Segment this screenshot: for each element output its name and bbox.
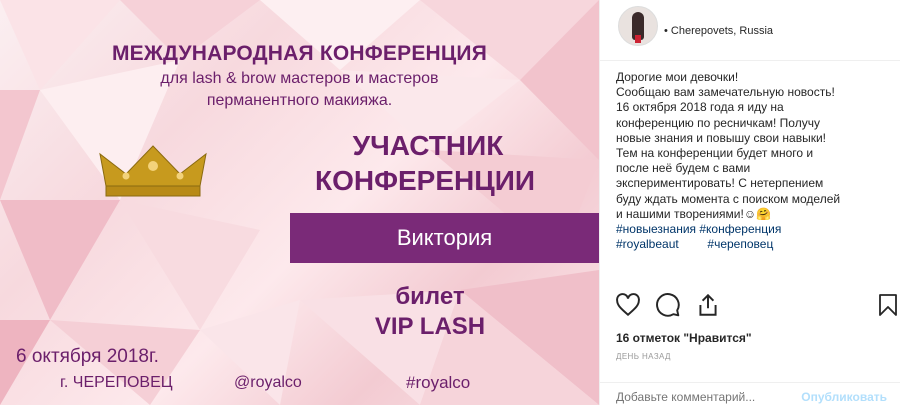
participant-line-1: УЧАСТНИК — [352, 130, 504, 161]
comment-bar: Опубликовать — [600, 382, 900, 406]
image-hashtag: #royalco — [406, 373, 471, 392]
caption-line: Сообщаю вам замечательную новость! — [616, 85, 835, 100]
participant-line-2: КОНФЕРЕНЦИИ — [315, 165, 535, 196]
hashtag-link[interactable]: #новыезнания — [616, 222, 696, 236]
post-side-panel: • Cherepovets, Russia Дорогие мои девочк… — [599, 0, 900, 405]
caption-line: новые знания и повышу свои навыки! — [616, 130, 826, 145]
share-icon[interactable] — [695, 292, 721, 318]
event-date: 6 октября 2018г. — [16, 346, 159, 367]
participant-name: Виктория — [396, 225, 493, 250]
caption-line: 16 октября 2018 года я иду на — [616, 100, 784, 115]
conference-title: МЕЖДУНАРОДНАЯ КОНФЕРЕНЦИЯ — [111, 42, 488, 65]
post-header: • Cherepovets, Russia — [600, 0, 900, 61]
crown-icon — [99, 145, 207, 197]
post-timestamp[interactable]: ДЕНЬ НАЗАД — [616, 352, 671, 361]
conference-subtitle-1: для lash & brow мастеров и мастеров — [160, 70, 439, 87]
post-image: МЕЖДУНАРОДНАЯ КОНФЕРЕНЦИЯ для lash & bro… — [0, 0, 599, 405]
hashtag-link[interactable]: #royalbeaut — [616, 237, 679, 251]
avatar[interactable] — [618, 6, 658, 46]
comment-icon[interactable] — [655, 292, 681, 318]
post-caption: Дорогие мои девочки! Сообщаю вам замечат… — [616, 70, 892, 252]
event-city: г. ЧЕРЕПОВЕЦ — [60, 374, 173, 391]
caption-line: после неё будем с вами — [616, 161, 751, 176]
hashtag-link[interactable]: #конференция — [699, 222, 781, 236]
caption-line: Тем на конференции будет много и — [616, 146, 814, 161]
caption-line: и нашими творениями!☺🤗 — [616, 206, 772, 221]
likes-count[interactable]: 16 отметок "Нравится" — [616, 331, 752, 345]
caption-line: конференцию по ресничкам! Получу — [616, 115, 820, 130]
ticket-label: билет — [395, 283, 465, 310]
bookmark-icon[interactable] — [876, 292, 900, 318]
post-actions — [600, 292, 900, 322]
publish-button[interactable]: Опубликовать — [801, 390, 887, 404]
caption-line: Дорогие мои девочки! — [616, 70, 739, 84]
participant-name-bar: Виктория — [290, 213, 599, 263]
location-link[interactable]: • Cherepovets, Russia — [664, 25, 773, 37]
heart-icon[interactable] — [615, 292, 641, 318]
hashtag-link[interactable]: #череповец — [707, 237, 773, 251]
conference-subtitle-2: перманентного макияжа. — [206, 92, 393, 109]
caption-line: экспериментировать! С нетерпением — [616, 176, 824, 191]
comment-input[interactable] — [616, 390, 776, 404]
image-handle: @royalco — [234, 374, 302, 391]
ticket-type: VIP LASH — [374, 313, 486, 340]
caption-line: буду ждать момента с поиском моделей — [616, 191, 841, 206]
